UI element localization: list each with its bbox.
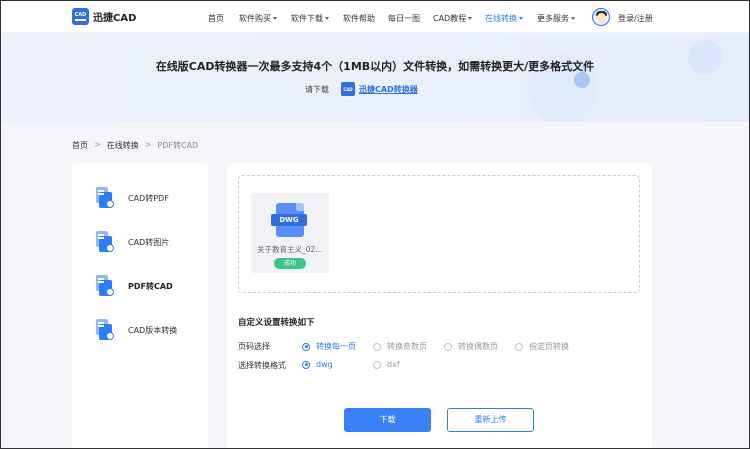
logo-mark-icon: CAD — [72, 8, 89, 25]
cad-to-image-icon — [94, 231, 116, 253]
nav-software-help-label: 软件帮助 — [343, 14, 375, 23]
radio-checked-icon — [302, 360, 310, 369]
status-badge: 成功 — [274, 258, 306, 269]
nav-software-help[interactable]: 软件帮助 — [343, 13, 375, 24]
converter-logo-icon: CAD — [341, 82, 355, 96]
settings-title: 自定义设置转换如下 — [238, 318, 315, 328]
nav-cad-tutorial-label: CAD教程 — [433, 14, 467, 23]
chevron-down-icon — [519, 17, 523, 20]
banner-download-prompt: 请下载 CAD 迅捷CAD转换器 — [305, 82, 418, 96]
nav-software-download-label: 软件下载 — [291, 14, 323, 23]
radio-label: 转换奇数页 — [387, 342, 427, 351]
login-register-link[interactable]: 登录/注册 — [618, 13, 653, 24]
chevron-down-icon — [571, 17, 575, 20]
radio-unchecked-icon — [373, 342, 381, 351]
top-header: CAD 迅捷CAD 首页 软件购买 软件下载 软件帮助 每日一图 CAD教程 在… — [0, 0, 750, 33]
sidebar-item-label: CAD版本转换 — [128, 325, 178, 335]
nav-online-convert[interactable]: 在线转换 — [485, 13, 523, 24]
breadcrumb-separator: > — [144, 140, 152, 149]
sidebar-item-label: CAD转PDF — [128, 193, 169, 203]
file-fold-icon — [296, 203, 304, 211]
banner-prompt-text: 请下载 — [305, 84, 329, 94]
nav-home-label: 首页 — [208, 14, 224, 23]
breadcrumb: 首页 > 在线转换 > PDF转CAD — [72, 140, 198, 151]
breadcrumb-online-convert[interactable]: 在线转换 — [107, 140, 139, 151]
radio-convert-even-pages[interactable]: 转换偶数页 — [444, 341, 498, 352]
chevron-down-icon — [468, 17, 473, 20]
logo-text: 迅捷CAD — [93, 13, 137, 24]
nav-software-purchase-label: 软件购买 — [239, 14, 271, 23]
sidebar-item-pdf-to-cad[interactable]: PDF转CAD — [94, 275, 173, 297]
radio-unchecked-icon — [373, 360, 381, 369]
radio-label: 指定页转换 — [529, 342, 569, 351]
page-selection-label: 页码选择 — [238, 342, 270, 351]
radio-label: dwg — [316, 360, 333, 369]
nav-software-purchase[interactable]: 软件购买 — [239, 13, 277, 24]
conversion-panel: DWG 关于教育主义_02... 成功 自定义设置转换如下 页码选择 转换每一页… — [227, 163, 652, 449]
radio-unchecked-icon — [444, 342, 452, 351]
upload-dropzone[interactable]: DWG 关于教育主义_02... 成功 — [238, 175, 640, 293]
radio-format-dxf[interactable]: dxf — [373, 360, 400, 369]
radio-convert-specified-pages[interactable]: 指定页转换 — [515, 341, 569, 352]
sidebar-item-label: PDF转CAD — [128, 281, 173, 291]
nav-cad-tutorial[interactable]: CAD教程 — [433, 13, 473, 24]
radio-label: 转换偶数页 — [458, 342, 498, 351]
nav-software-download[interactable]: 软件下载 — [291, 13, 329, 24]
promo-banner: 在线版CAD转换器一次最多支持4个（1MB以内）文件转换，如需转换更大/更多格式… — [0, 34, 750, 122]
breadcrumb-separator: > — [94, 140, 101, 149]
sidebar-item-cad-to-pdf[interactable]: CAD转PDF — [94, 187, 169, 209]
radio-checked-icon — [302, 342, 310, 351]
breadcrumb-home[interactable]: 首页 — [72, 140, 88, 151]
logo-mark-text: CAD — [74, 12, 87, 18]
banner-title: 在线版CAD转换器一次最多支持4个（1MB以内）文件转换，如需转换更大/更多格式… — [155, 60, 595, 73]
format-selection-label: 选择转换格式 — [238, 361, 286, 370]
radio-label: dxf — [387, 360, 400, 369]
breadcrumb-current: PDF转CAD — [157, 141, 199, 150]
chevron-down-icon — [325, 17, 329, 20]
cad-version-convert-icon — [94, 319, 116, 341]
download-button[interactable]: 下载 — [344, 408, 431, 432]
reupload-button[interactable]: 重新上传 — [447, 408, 534, 432]
sidebar-item-label: CAD转图片 — [128, 237, 170, 247]
radio-unchecked-icon — [515, 342, 523, 351]
nav-online-convert-label: 在线转换 — [485, 14, 517, 23]
banner-decoration — [574, 72, 590, 88]
sidebar-item-cad-to-image[interactable]: CAD转图片 — [94, 231, 169, 253]
converter-logo-text: CAD — [343, 86, 353, 92]
sidebar-item-cad-version-convert[interactable]: CAD版本转换 — [94, 319, 177, 341]
nav-more-services-label: 更多服务 — [537, 14, 569, 23]
nav-home[interactable]: 首页 — [208, 13, 224, 24]
radio-format-dwg[interactable]: dwg — [302, 360, 333, 369]
radio-convert-odd-pages[interactable]: 转换奇数页 — [373, 341, 427, 352]
file-name: 关于教育主义_02... — [257, 245, 323, 254]
radio-label: 转换每一页 — [316, 342, 356, 351]
nav-daily-image[interactable]: 每日一图 — [388, 13, 420, 24]
site-logo[interactable]: CAD 迅捷CAD — [72, 8, 136, 25]
chevron-down-icon — [273, 17, 277, 20]
converter-sidebar: CAD转PDF CAD转图片 PDF转CAD CAD版本转换 — [72, 163, 208, 449]
pdf-to-cad-icon — [94, 275, 116, 297]
radio-convert-every-page[interactable]: 转换每一页 — [302, 341, 356, 352]
converter-download-link[interactable]: 迅捷CAD转换器 — [359, 84, 418, 95]
cad-to-pdf-icon — [94, 187, 116, 209]
nav-more-services[interactable]: 更多服务 — [537, 13, 575, 24]
file-type-label: DWG — [271, 214, 307, 226]
uploaded-file-card[interactable]: DWG 关于教育主义_02... 成功 — [251, 193, 329, 273]
nav-daily-image-label: 每日一图 — [388, 14, 420, 23]
avatar[interactable] — [592, 8, 610, 26]
